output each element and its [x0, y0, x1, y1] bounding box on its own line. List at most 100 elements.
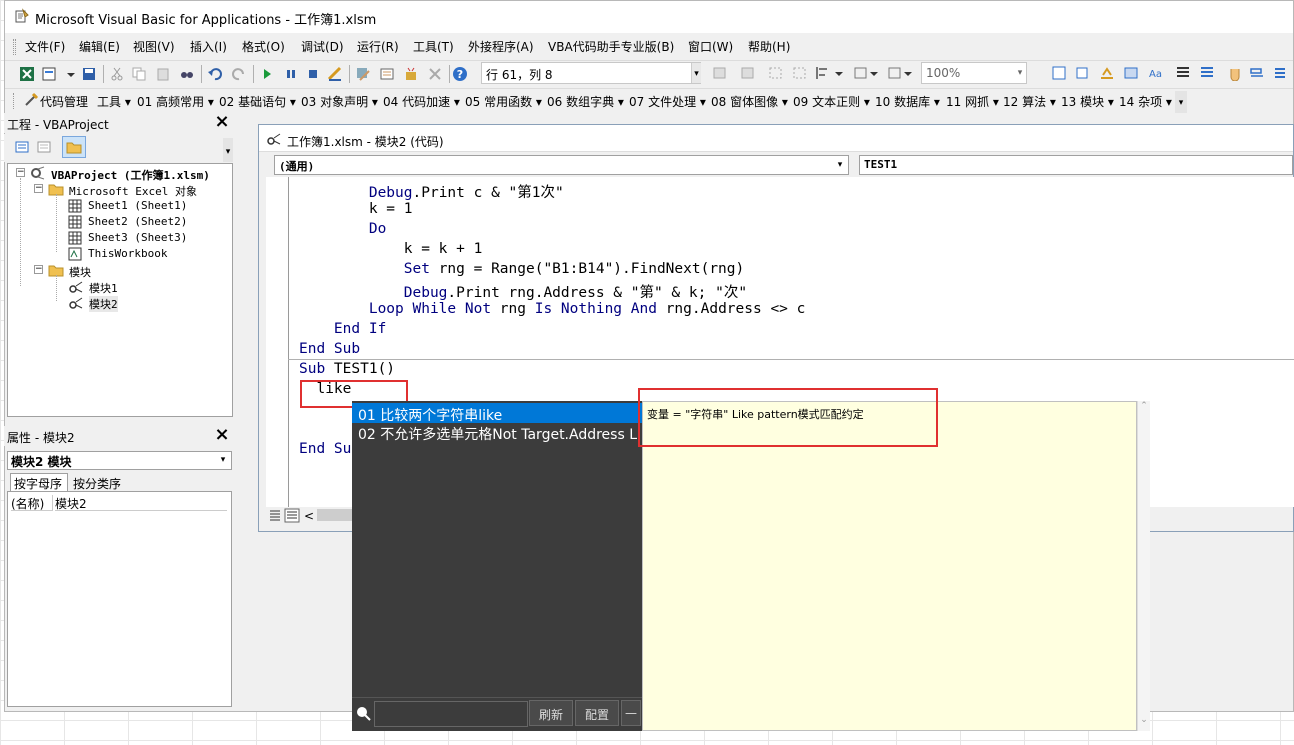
object-browser-icon[interactable]	[403, 66, 419, 82]
tree-thisworkbook[interactable]: ThisWorkbook	[88, 247, 167, 260]
properties-window-icon[interactable]	[379, 66, 395, 82]
view-code-icon[interactable]	[14, 139, 30, 155]
menu-help[interactable]: 帮助(H)	[748, 38, 790, 55]
menu-tools[interactable]: 工具(T)	[413, 38, 454, 55]
tree-module2[interactable]: 模块2	[89, 296, 118, 312]
menu-file[interactable]: 文件(F)	[25, 38, 65, 55]
tab-categorized[interactable]: 按分类序	[70, 475, 128, 491]
prop-value-cell[interactable]: 模块2	[55, 495, 227, 511]
preview-scrollbar[interactable]: ⌃ ⌄	[1137, 401, 1150, 731]
scroll-left-icon[interactable]: <	[304, 509, 314, 523]
code-line[interactable]: Do	[299, 221, 386, 241]
addin-02[interactable]: 02 基础语句 ▾	[219, 93, 296, 110]
addin-code-manager[interactable]: 代码管理	[40, 93, 88, 110]
excel-icon[interactable]	[19, 66, 35, 82]
design-mode-icon[interactable]	[327, 66, 343, 82]
save-icon[interactable]	[81, 66, 97, 82]
project-explorer-icon[interactable]	[355, 66, 371, 82]
snippet-search-input[interactable]	[374, 701, 528, 727]
addin-08[interactable]: 08 窗体图像 ▾	[711, 93, 788, 110]
procedure-view-icon[interactable]	[267, 507, 283, 523]
horizontal-scrollbar-thumb[interactable]	[317, 509, 353, 521]
project-toolbar-overflow-icon[interactable]: ▾	[223, 138, 233, 162]
properties-combo-arrow-icon[interactable]: ▾	[216, 453, 230, 468]
run-icon[interactable]	[259, 66, 275, 82]
scroll-down-icon[interactable]: ⌄	[1138, 715, 1150, 729]
addin-09[interactable]: 09 文本正则 ▾	[793, 93, 870, 110]
properties-close-icon[interactable]: ×	[213, 426, 231, 445]
break-icon[interactable]	[283, 66, 299, 82]
tree-module-folder[interactable]: 模块	[69, 264, 91, 280]
menu-vba-helper[interactable]: VBA代码助手专业版(B)	[548, 38, 674, 55]
tree-excel-folder[interactable]: Microsoft Excel 对象	[69, 183, 197, 199]
code-line[interactable]: End If	[299, 321, 386, 341]
full-module-view-icon[interactable]	[284, 507, 300, 523]
menu-insert[interactable]: 插入(I)	[190, 38, 227, 55]
code-line[interactable]: End Sub	[299, 341, 360, 361]
code-line[interactable]: Loop While Not rng Is Nothing And rng.Ad…	[299, 301, 806, 321]
toolbox-icon[interactable]	[427, 66, 443, 82]
zoom-combo[interactable]: 100%	[921, 62, 1027, 84]
tree-sheet1[interactable]: Sheet1 (Sheet1)	[88, 199, 187, 212]
minimize-button[interactable]: —	[621, 700, 641, 726]
code-line[interactable]: End Su	[299, 441, 351, 461]
addin-06[interactable]: 06 数组字典 ▾	[547, 93, 624, 110]
edit-toolbar-icons[interactable]	[712, 65, 824, 81]
insert-userform-icon[interactable]	[41, 66, 57, 82]
snippet-item-selected[interactable]: 01 比较两个字符串like	[352, 403, 642, 424]
view-toggle[interactable]	[267, 507, 303, 523]
snippet-item[interactable]: 02 不允许多选单元格Not Target.Address Lik	[352, 423, 642, 443]
collapse-module-folder-icon[interactable]: −	[34, 265, 43, 274]
copy-icon[interactable]	[131, 66, 147, 82]
addin-11[interactable]: 11 网抓 ▾	[946, 93, 999, 110]
tree-sheet3[interactable]: Sheet3 (Sheet3)	[88, 231, 187, 244]
project-close-icon[interactable]: ×	[213, 113, 231, 132]
redo-icon[interactable]	[231, 66, 247, 82]
menu-run[interactable]: 运行(R)	[357, 38, 399, 55]
helper-toolbar-icons[interactable]: Aa	[1051, 65, 1291, 81]
addin-05[interactable]: 05 常用函数 ▾	[465, 93, 542, 110]
view-object-icon[interactable]	[36, 139, 52, 155]
addin-12[interactable]: 12 算法 ▾	[1003, 93, 1056, 110]
addin-04[interactable]: 04 代码加速 ▾	[383, 93, 460, 110]
menu-window[interactable]: 窗口(W)	[688, 38, 733, 55]
zoom-dropdown-icon[interactable]: ▾	[1013, 63, 1027, 83]
config-button[interactable]: 配置	[575, 700, 619, 726]
code-line[interactable]: Debug.Print c & "第1次"	[299, 181, 564, 201]
code-line[interactable]: k = k + 1	[299, 241, 483, 261]
find-icon[interactable]	[179, 66, 195, 82]
menu-debug[interactable]: 调试(D)	[301, 38, 344, 55]
collapse-root-icon[interactable]: −	[16, 168, 25, 177]
menu-format[interactable]: 格式(O)	[242, 38, 285, 55]
properties-object-combo[interactable]: 模块2 模块	[7, 451, 232, 470]
object-combo[interactable]: (通用)	[274, 155, 849, 175]
collapse-excel-folder-icon[interactable]: −	[34, 184, 43, 193]
dropdown-arrow-icon[interactable]	[63, 66, 79, 82]
refresh-button[interactable]: 刷新	[529, 700, 573, 726]
help-icon[interactable]: ?	[452, 66, 468, 82]
toggle-folders-button[interactable]	[62, 136, 86, 158]
code-line[interactable]: k = 1	[299, 201, 413, 221]
addin-01[interactable]: 01 高频常用 ▾	[137, 93, 214, 110]
object-combo-arrow-icon[interactable]: ▾	[833, 157, 847, 173]
addin-10[interactable]: 10 数据库 ▾	[875, 93, 940, 110]
tab-alphabetic[interactable]: 按字母序	[10, 473, 68, 491]
procedure-combo[interactable]: TEST1	[859, 155, 1293, 175]
addin-07[interactable]: 07 文件处理 ▾	[629, 93, 706, 110]
undo-icon[interactable]	[207, 66, 223, 82]
paste-icon[interactable]	[155, 66, 171, 82]
tree-sheet2[interactable]: Sheet2 (Sheet2)	[88, 215, 187, 228]
menu-edit[interactable]: 编辑(E)	[79, 38, 120, 55]
tree-module1[interactable]: 模块1	[89, 280, 118, 296]
addin-tools[interactable]: 工具 ▾	[97, 93, 131, 110]
align-toolbar-icons[interactable]	[815, 65, 915, 81]
cut-icon[interactable]	[109, 66, 125, 82]
code-line[interactable]: Debug.Print rng.Address & "第" & k; "次"	[299, 281, 747, 301]
menu-addins[interactable]: 外接程序(A)	[468, 38, 534, 55]
addin-03[interactable]: 03 对象声明 ▾	[301, 93, 378, 110]
scroll-up-icon[interactable]: ⌃	[1138, 401, 1150, 415]
addin-13[interactable]: 13 模块 ▾	[1061, 93, 1114, 110]
tree-root[interactable]: VBAProject (工作簿1.xlsm)	[51, 167, 210, 183]
code-line[interactable]: Set rng = Range("B1:B14").FindNext(rng)	[299, 261, 744, 281]
addin-14[interactable]: 14 杂项 ▾	[1119, 93, 1172, 110]
